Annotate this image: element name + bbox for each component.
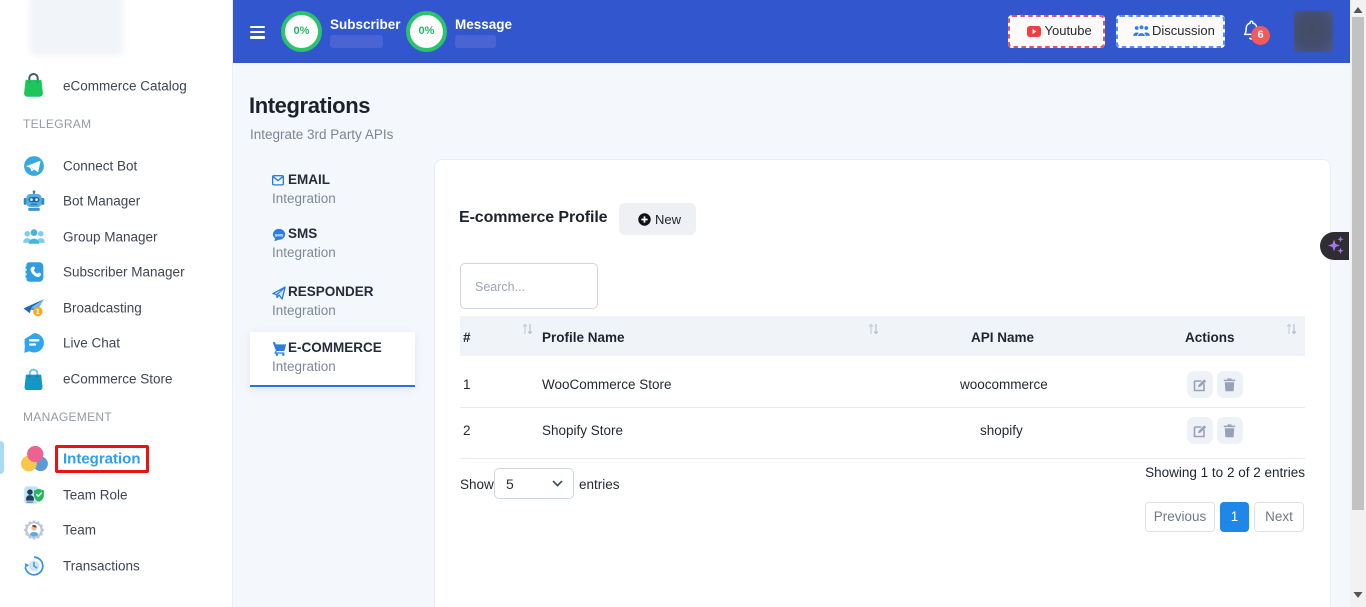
svg-text:1: 1 [36, 307, 40, 316]
svg-text:SMS: SMS [275, 232, 284, 237]
